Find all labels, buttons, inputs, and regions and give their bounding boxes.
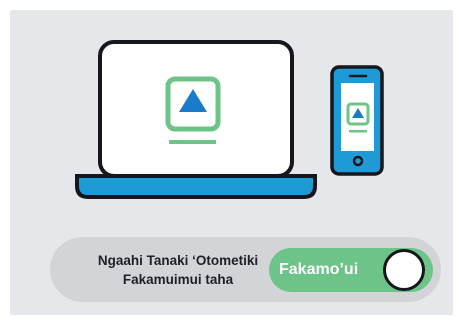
auto-update-label-line: Ngaahi Tanaki ‘Otometiki <box>97 253 259 268</box>
toggle-state-label: Fakamo’ui <box>279 261 359 278</box>
toggle-knob[interactable] <box>383 249 425 291</box>
auto-update-toggle[interactable]: Fakamo’ui <box>269 248 433 292</box>
devices-illustration <box>75 40 384 199</box>
auto-update-label: Ngaahi Tanaki ‘Otometiki Fakamuimui taha <box>72 251 284 289</box>
laptop-icon <box>75 40 317 199</box>
smartphone-icon <box>330 65 384 176</box>
auto-update-card: Ngaahi Tanaki ‘Otometiki Fakamuimui taha… <box>10 10 453 315</box>
auto-update-label-line: Fakamuimui taha <box>122 272 234 287</box>
auto-update-setting: Ngaahi Tanaki ‘Otometiki Fakamuimui taha… <box>50 237 441 302</box>
